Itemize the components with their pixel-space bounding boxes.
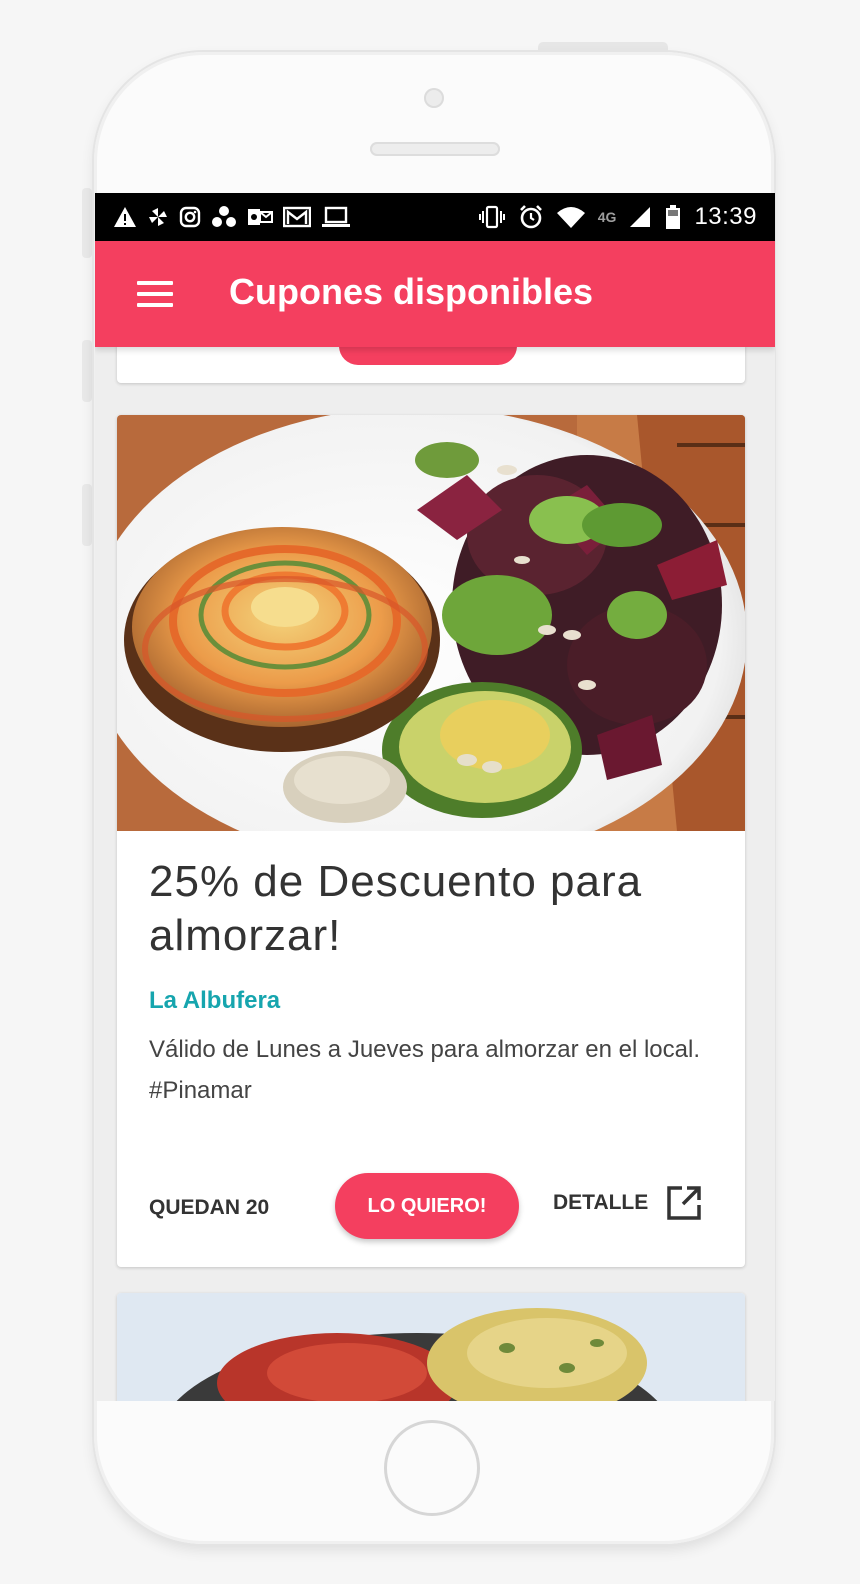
phone-speaker bbox=[370, 142, 500, 156]
venue-name[interactable]: La Albufera bbox=[149, 987, 280, 1015]
app-bar: Cupones disponibles bbox=[95, 241, 775, 347]
gmail-icon bbox=[283, 206, 311, 228]
previous-card-cta-button[interactable] bbox=[339, 347, 517, 365]
coupon-card: 25% de Descuento para almorzar! La Albuf… bbox=[117, 415, 745, 1267]
coupon-card-previous bbox=[117, 347, 745, 383]
cellular-signal-icon bbox=[630, 207, 651, 227]
phone-screen: 4G 13:39 Cupones disponibles 25% de Desc… bbox=[95, 193, 775, 1401]
want-coupon-button[interactable]: LO QUIERO! bbox=[335, 1173, 519, 1239]
warning-icon bbox=[114, 207, 136, 227]
remaining-count: QUEDAN 20 bbox=[149, 1196, 270, 1219]
status-bar-notifications bbox=[113, 205, 351, 229]
wifi-icon bbox=[556, 207, 585, 228]
alarm-icon bbox=[519, 205, 542, 229]
detail-label: DETALLE bbox=[553, 1191, 649, 1214]
open-external-icon bbox=[667, 1186, 702, 1220]
detail-button[interactable]: DETALLE bbox=[553, 1185, 702, 1221]
phone-camera bbox=[424, 88, 444, 108]
network-type: 4G bbox=[597, 209, 617, 225]
instagram-icon bbox=[179, 206, 201, 228]
home-button[interactable] bbox=[384, 1420, 480, 1516]
page-title: Cupones disponibles bbox=[229, 271, 594, 312]
next-coupon-image bbox=[117, 1293, 745, 1401]
phone-side-button-3 bbox=[82, 484, 92, 546]
status-bar: 4G 13:39 bbox=[95, 193, 775, 241]
status-bar-system: 4G 13:39 bbox=[478, 203, 757, 231]
phone-side-button-1 bbox=[82, 188, 92, 258]
pinwheel-icon bbox=[149, 208, 167, 226]
phone-power-button bbox=[538, 42, 668, 52]
coupon-image bbox=[117, 415, 745, 831]
coupon-hashtag: #Pinamar bbox=[149, 1077, 252, 1104]
cluster-icon bbox=[212, 206, 236, 227]
battery-icon bbox=[666, 205, 681, 229]
coupon-list[interactable]: 25% de Descuento para almorzar! La Albuf… bbox=[95, 347, 775, 1401]
coupon-title: 25% de Descuento para almorzar! bbox=[149, 857, 643, 960]
coupon-validity: Válido de Lunes a Jueves para almorzar e… bbox=[149, 1036, 700, 1063]
hamburger-menu-icon[interactable] bbox=[137, 281, 173, 307]
laptop-icon bbox=[322, 206, 350, 227]
phone-side-button-2 bbox=[82, 340, 92, 402]
clock: 13:39 bbox=[694, 203, 757, 230]
vibrate-icon bbox=[478, 205, 505, 229]
outlook-icon bbox=[248, 209, 273, 225]
coupon-card-next[interactable] bbox=[117, 1293, 745, 1401]
coupon-description: Válido de Lunes a Jueves para almorzar e… bbox=[149, 1029, 709, 1111]
